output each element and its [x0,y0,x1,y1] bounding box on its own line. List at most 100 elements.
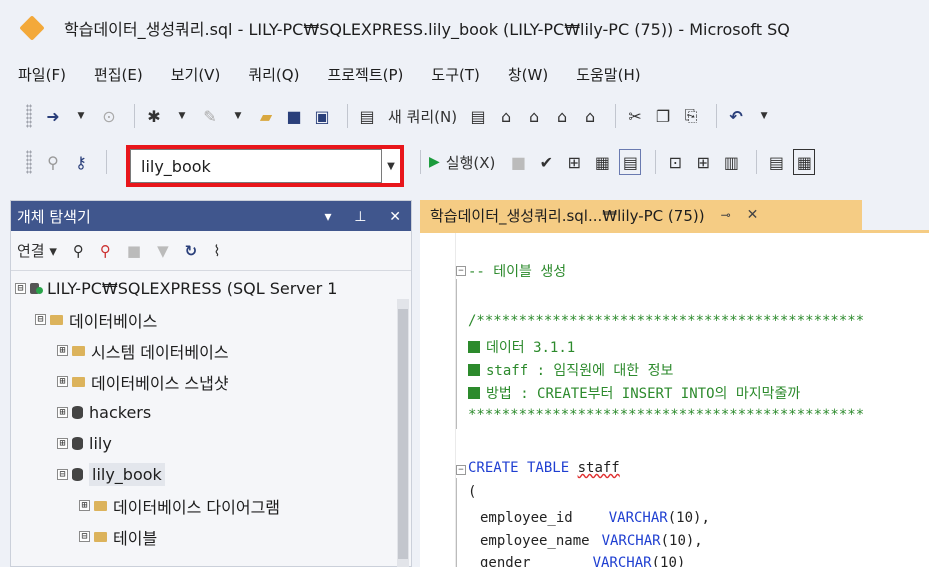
dropdown-icon[interactable]: ▼ [70,103,92,129]
new-query-button[interactable]: 새 쿼리(N) [388,106,457,127]
results-to-grid-icon[interactable]: ▦ [793,149,816,175]
tree-node-label: lily_book [89,463,165,486]
menu-bar: 파일(F) 편집(E) 보기(V) 쿼리(Q) 프로젝트(P) 도구(T) 창(… [0,58,929,90]
expand-icon[interactable]: ⊞ [57,345,68,356]
tree-node-system-databases[interactable]: ⊞ 시스템 데이터베이스 [11,335,411,366]
add-item-icon[interactable]: ✎ [199,103,221,129]
connect-button[interactable]: 연결 ▾ [17,240,57,261]
database-select-value[interactable]: lily_book [130,149,382,183]
execute-button[interactable]: 실행(X) [446,152,496,173]
tree-node-label: hackers [89,403,152,422]
code-text: staff : 임직원에 대한 정보 [486,363,674,379]
results-to-text-icon[interactable]: ▤ [765,149,787,175]
activity-monitor-icon[interactable]: ⌇ [213,242,220,260]
code-identifier: employee_name [480,533,590,549]
fold-collapse-icon[interactable]: − [456,465,466,475]
collapse-icon[interactable]: ⊟ [57,469,68,480]
expand-icon[interactable]: ⊞ [57,407,68,418]
menu-edit[interactable]: 편집(E) [94,64,143,85]
tree-node-lily[interactable]: ⊞ lily [11,428,411,459]
refresh-icon[interactable]: ↻ [185,242,198,260]
chevron-down-icon[interactable]: ▼ [382,161,400,172]
menu-window[interactable]: 창(W) [508,64,548,85]
menu-query[interactable]: 쿼리(Q) [248,64,299,85]
disconnect-icon[interactable]: ⚲ [100,242,111,260]
code-line: gender VARCHAR(10) [480,555,685,567]
filter-icon[interactable]: ▼ [157,242,169,260]
toolbar-grip[interactable] [26,104,32,128]
estimated-plan-icon[interactable]: ⊞ [563,149,585,175]
tab-query-editor[interactable]: 학습데이터_생성쿼리.sql...₩lily-PC (75)) ⊸ ✕ [420,200,862,230]
mdx-query-icon[interactable]: ⌂ [495,103,517,129]
new-query-icon[interactable]: ▤ [356,103,378,129]
expand-icon[interactable]: ⊞ [79,500,90,511]
menu-help[interactable]: 도움말(H) [576,64,640,85]
dropdown-icon[interactable]: ▼ [227,103,249,129]
standard-toolbar: ➜ ▼ ⊙ ✱ ▼ ✎ ▼ ▰ ■ ▣ ▤ 새 쿼리(N) ▤ ⌂ ⌂ ⌂ ⌂ … [0,96,929,136]
code-area[interactable]: − -- 테이블 생성 /***************************… [456,233,864,567]
dropdown-icon[interactable]: ▼ [171,103,193,129]
close-icon[interactable]: ✕ [389,209,401,225]
menu-project[interactable]: 프로젝트(P) [327,64,403,85]
collapse-icon[interactable]: ⊟ [15,283,26,294]
cut-icon[interactable]: ✂ [624,103,646,129]
cancel-query-icon[interactable]: ■ [507,149,529,175]
bullet-square-icon [468,387,480,399]
connect-label: 연결 [17,242,45,260]
tree-node-hackers[interactable]: ⊞ hackers [11,397,411,428]
intellisense-icon[interactable]: ▤ [619,149,642,175]
include-actual-plan-icon[interactable]: ⊡ [664,149,686,175]
tree-node-server[interactable]: ⊟ LILY-PC₩SQLEXPRESS (SQL Server 1 [11,273,411,304]
undo-icon[interactable]: ↶ [725,103,747,129]
save-icon[interactable]: ■ [283,103,305,129]
back-icon[interactable]: ➜ [42,103,64,129]
tree-node-database-snapshots[interactable]: ⊞ 데이터베이스 스냅샷 [11,366,411,397]
fold-collapse-icon[interactable]: − [456,266,466,276]
tree-node-lily-book[interactable]: ⊟ lily_book [11,459,411,490]
scrollbar-thumb[interactable] [398,309,408,559]
server-icon [30,282,43,295]
code-line: 데이터 3.1.1 [468,337,575,357]
copy-icon[interactable]: ❐ [652,103,674,129]
close-tab-icon[interactable]: ✕ [747,207,759,223]
menu-file[interactable]: 파일(F) [18,64,66,85]
xmla-query-icon[interactable]: ⌂ [551,103,573,129]
parse-check-icon[interactable]: ✔ [535,149,557,175]
new-project-icon[interactable]: ✱ [143,103,165,129]
dax-query-icon[interactable]: ⌂ [579,103,601,129]
fold-guide [456,279,457,429]
tree-node-tables[interactable]: ⊟ 테이블 [11,521,411,552]
collapse-icon[interactable]: ⊟ [79,531,90,542]
connect-plug-icon[interactable]: ⚲ [73,242,84,260]
change-connection-icon[interactable]: ⚷ [70,149,92,175]
dropdown-icon[interactable]: ▼ [753,103,775,129]
menu-tools[interactable]: 도구(T) [431,64,479,85]
query-options-icon[interactable]: ▦ [591,149,613,175]
object-explorer-scrollbar[interactable] [397,299,409,567]
collapse-icon[interactable]: ⊟ [35,314,46,325]
available-databases-select[interactable]: lily_book ▼ [126,145,404,187]
execute-icon[interactable]: ▶ [429,154,440,170]
expand-icon[interactable]: ⊞ [57,438,68,449]
code-text: 방법 : CREATE부터 INSERT INTO의 마지막줄까 [486,386,801,402]
connect-icon[interactable]: ⚲ [42,149,64,175]
database-engine-query-icon[interactable]: ▤ [467,103,489,129]
open-folder-icon[interactable]: ▰ [255,103,277,129]
dmx-query-icon[interactable]: ⌂ [523,103,545,129]
pin-icon[interactable]: ⊸ [721,208,731,222]
live-query-stats-icon[interactable]: ⊞ [692,149,714,175]
tree-node-databases[interactable]: ⊟ 데이터베이스 [11,304,411,335]
pin-icon[interactable]: ⊥ [354,209,366,225]
stop-icon[interactable]: ■ [127,242,141,260]
forward-icon[interactable]: ⊙ [98,103,120,129]
expand-icon[interactable]: ⊞ [57,376,68,387]
menu-view[interactable]: 보기(V) [171,64,221,85]
tree-node-database-diagrams[interactable]: ⊞ 데이터베이스 다이어그램 [11,490,411,521]
window-position-dropdown-icon[interactable]: ▾ [324,209,331,225]
folder-icon [94,531,107,542]
save-all-icon[interactable]: ▣ [311,103,333,129]
query-editor[interactable]: − -- 테이블 생성 /***************************… [420,230,929,567]
client-stats-icon[interactable]: ▥ [720,149,742,175]
toolbar-grip[interactable] [26,150,32,174]
paste-icon[interactable]: ⎘ [680,103,702,129]
